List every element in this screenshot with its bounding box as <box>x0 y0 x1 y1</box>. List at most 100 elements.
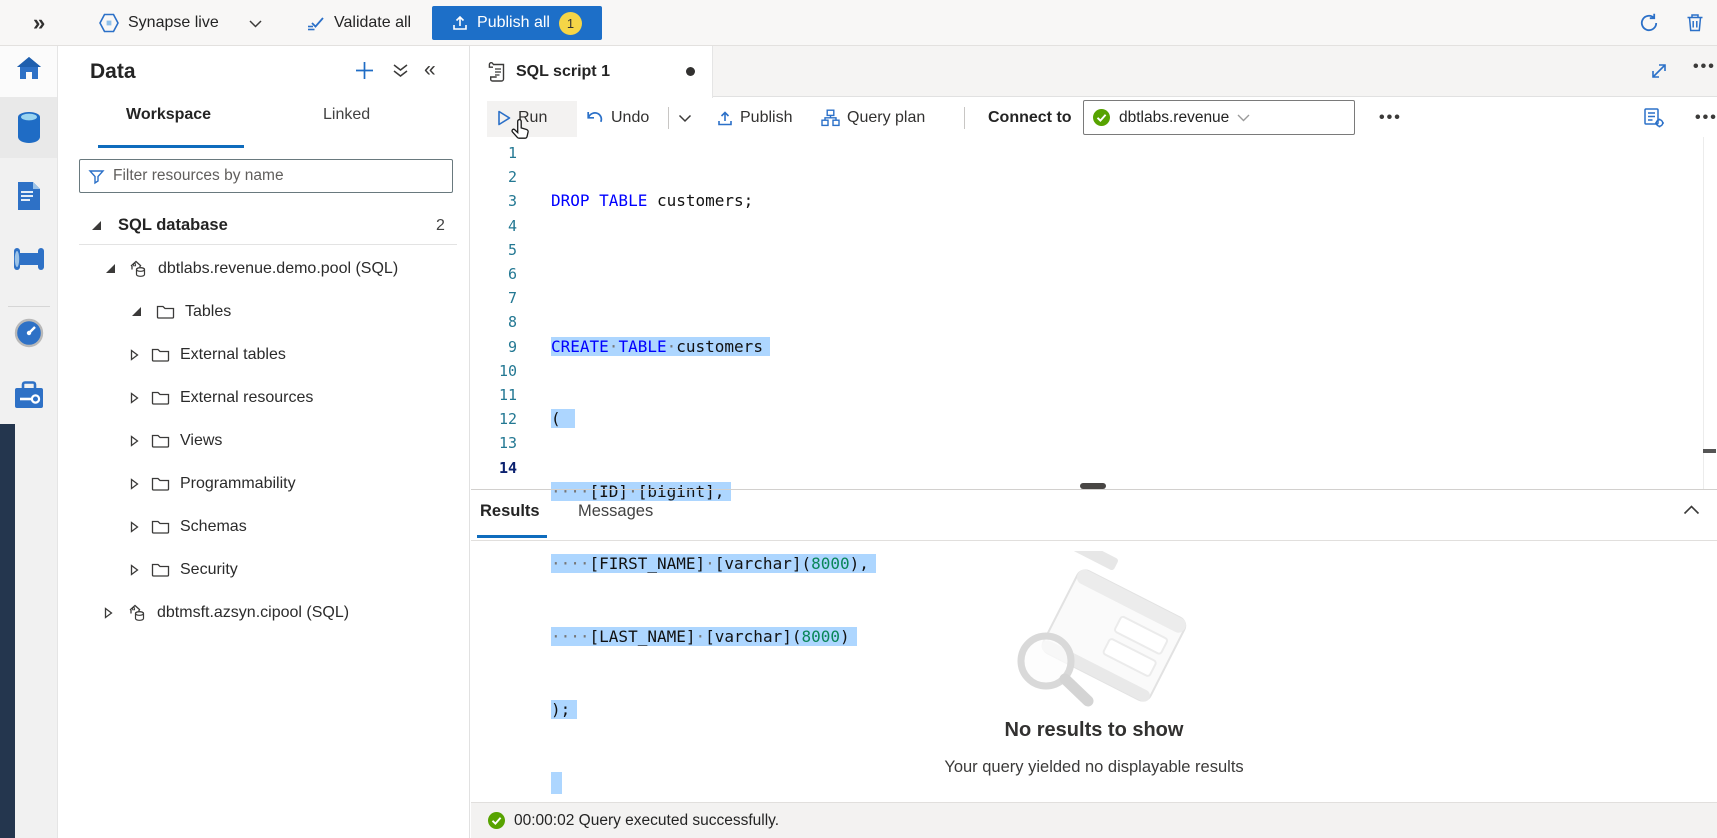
add-resource-button[interactable] <box>354 60 375 81</box>
collapse-results-button[interactable] <box>1683 505 1700 515</box>
tree-row-pool-2[interactable]: dbtmsft.azsyn.cipool (SQL) <box>58 591 470 634</box>
code-line <box>551 262 1618 286</box>
line-number-gutter: 12 34 56 78 910 1112 1314 <box>471 141 517 480</box>
expand-menu-button[interactable]: » <box>33 0 45 46</box>
tab-messages[interactable]: Messages <box>578 502 653 521</box>
expand-closed-icon[interactable] <box>130 521 139 533</box>
script-properties-button[interactable] <box>1643 107 1666 129</box>
overview-ruler[interactable] <box>1703 137 1717 489</box>
publish-upload-icon <box>452 15 468 31</box>
query-status-bar: 00:00:02 Query executed successfully. <box>471 802 1717 838</box>
pipeline-icon <box>13 246 45 272</box>
tree-row-sql-database[interactable]: SQL database 2 <box>58 204 470 247</box>
collapse-all-icon[interactable] <box>392 63 409 79</box>
tree-row-security[interactable]: Security <box>58 548 470 591</box>
expand-editor-button[interactable] <box>1649 61 1669 81</box>
expand-closed-icon[interactable] <box>130 349 139 361</box>
nav-data[interactable] <box>0 110 57 146</box>
tree-count-badge: 2 <box>436 217 445 235</box>
nav-integrate[interactable] <box>0 246 57 272</box>
expand-closed-icon[interactable] <box>130 478 139 490</box>
sql-pool-icon <box>127 603 148 622</box>
folder-icon <box>151 562 170 577</box>
mode-selector[interactable]: Synapse live <box>98 0 262 46</box>
tree-label: Schemas <box>180 518 247 536</box>
folder-icon <box>151 519 170 534</box>
nav-manage[interactable] <box>0 380 57 410</box>
undo-button[interactable]: Undo <box>585 98 649 138</box>
filter-funnel-icon <box>88 168 105 185</box>
connected-check-icon <box>1092 108 1111 127</box>
tree-row-external-tables[interactable]: External tables <box>58 333 470 376</box>
tree-label: Programmability <box>180 475 296 493</box>
filter-input[interactable] <box>113 167 444 185</box>
filter-box <box>79 159 453 193</box>
tab-linked[interactable]: Linked <box>323 106 370 124</box>
tab-more-button[interactable]: ••• <box>1693 58 1716 76</box>
panel-title: Data <box>90 60 136 84</box>
expand-open-icon[interactable] <box>106 264 115 273</box>
tree-row-pool-1[interactable]: dbtlabs.revenue.demo.pool (SQL) <box>58 247 470 290</box>
validate-all-button[interactable]: Validate all <box>306 0 411 46</box>
database-icon <box>14 110 44 146</box>
tree-label: Tables <box>185 303 231 321</box>
data-explorer-panel: Data « Workspace Linked SQL database 2 <box>58 46 470 838</box>
tree-label: Views <box>180 432 222 450</box>
expand-open-icon[interactable] <box>92 221 101 230</box>
refresh-button[interactable] <box>1638 0 1660 46</box>
tree-label: dbtlabs.revenue.demo.pool (SQL) <box>158 260 398 278</box>
code-editor[interactable]: 12 34 56 78 910 1112 1314 DROP TABLE cus… <box>471 137 1717 489</box>
no-results-illustration <box>984 551 1204 716</box>
tree-label: SQL database <box>118 216 228 235</box>
toolbar-overflow-button[interactable]: ••• <box>1695 109 1717 127</box>
run-button[interactable]: Run <box>497 98 547 138</box>
tree-row-views[interactable]: Views <box>58 419 470 462</box>
expand-closed-icon[interactable] <box>104 607 113 619</box>
editor-toolbar: Run Undo Publish Query plan Connect to <box>471 98 1717 138</box>
folder-icon <box>151 433 170 448</box>
expand-closed-icon[interactable] <box>130 435 139 447</box>
tree-row-programmability[interactable]: Programmability <box>58 462 470 505</box>
publish-button[interactable]: Publish <box>717 98 792 138</box>
home-icon <box>14 54 44 82</box>
expand-closed-icon[interactable] <box>130 392 139 404</box>
results-header-separator <box>471 540 1717 541</box>
tree-label: External tables <box>180 346 286 364</box>
results-tab-underline <box>477 535 547 538</box>
connect-pool-select[interactable]: dbtlabs.revenue.demo.pool <box>1083 100 1355 135</box>
tab-sql-script-1[interactable]: SQL script 1 <box>471 46 713 98</box>
synapse-hexagon-icon <box>98 12 120 34</box>
gauge-icon <box>14 318 44 348</box>
chevron-down-icon <box>249 19 262 28</box>
success-check-icon <box>487 811 506 830</box>
nav-develop[interactable] <box>0 180 57 212</box>
query-plan-button[interactable]: Query plan <box>821 98 925 138</box>
top-command-bar: » Synapse live Validate all Publish all … <box>0 0 1717 46</box>
tree-row-external-resources[interactable]: External resources <box>58 376 470 419</box>
active-tab-underline <box>98 145 244 148</box>
validate-check-icon <box>306 13 326 33</box>
tree-row-schemas[interactable]: Schemas <box>58 505 470 548</box>
nav-monitor[interactable] <box>0 318 57 348</box>
collapse-panel-button[interactable]: « <box>424 58 436 82</box>
trash-icon <box>1684 12 1706 34</box>
toolbar-more-button[interactable]: ••• <box>1379 109 1402 127</box>
expand-open-icon[interactable] <box>132 307 141 316</box>
results-splitter[interactable] <box>471 489 1717 490</box>
connected-pool-name: dbtlabs.revenue.demo.pool <box>1119 109 1229 127</box>
upload-icon <box>717 110 733 127</box>
discard-all-button[interactable] <box>1684 0 1706 46</box>
publish-all-label: Publish all <box>477 14 550 32</box>
code-line: CREATE·TABLE·customers <box>551 335 1618 359</box>
nav-home[interactable] <box>0 54 57 82</box>
publish-all-button[interactable]: Publish all 1 <box>432 6 602 40</box>
expand-closed-icon[interactable] <box>130 564 139 576</box>
tree-label: Security <box>180 561 238 579</box>
unsaved-changes-dot <box>686 67 695 76</box>
tab-results[interactable]: Results <box>480 502 540 521</box>
run-options-chevron[interactable] <box>678 98 692 138</box>
splitter-drag-handle[interactable] <box>1080 483 1106 489</box>
tree-row-tables[interactable]: Tables <box>58 290 470 333</box>
tab-workspace[interactable]: Workspace <box>126 106 211 124</box>
sql-script-icon <box>487 62 506 83</box>
